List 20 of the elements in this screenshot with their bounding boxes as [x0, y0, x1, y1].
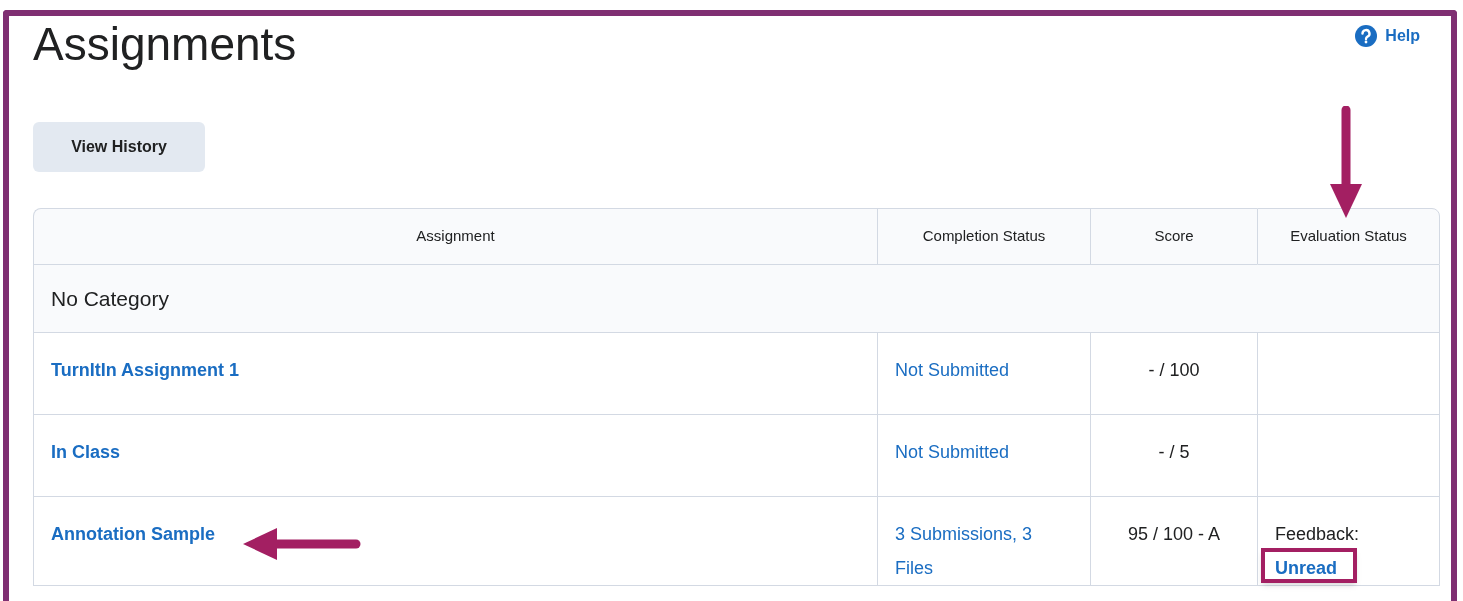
assignment-link[interactable]: Annotation Sample [51, 524, 215, 544]
completion-status-link[interactable]: Not Submitted [895, 435, 1073, 469]
unread-feedback-link[interactable]: Unread [1275, 558, 1337, 578]
help-link[interactable]: Help [1355, 24, 1420, 48]
view-history-button[interactable]: View History [33, 122, 205, 172]
assignment-link[interactable]: In Class [51, 442, 121, 462]
category-row: No Category [33, 265, 1440, 333]
score-text: - / 100 [1148, 360, 1200, 380]
completion-status-link[interactable]: Not Submitted [895, 353, 1073, 387]
feedback-label: Feedback: [1275, 523, 1361, 546]
column-header: Evaluation Status [1257, 208, 1440, 265]
column-header: Assignment [33, 208, 877, 265]
score-text: 95 / 100 - A [1127, 524, 1221, 544]
page-title: Assignments [33, 17, 297, 72]
help-icon [1355, 25, 1378, 47]
score-text: - / 5 [1158, 442, 1190, 462]
column-header: Completion Status [877, 208, 1090, 265]
assignment-link[interactable]: TurnItIn Assignment 1 [51, 360, 239, 380]
column-header: Score [1090, 208, 1257, 265]
completion-status-link[interactable]: 3 Submissions, 3 Files [895, 517, 1073, 585]
